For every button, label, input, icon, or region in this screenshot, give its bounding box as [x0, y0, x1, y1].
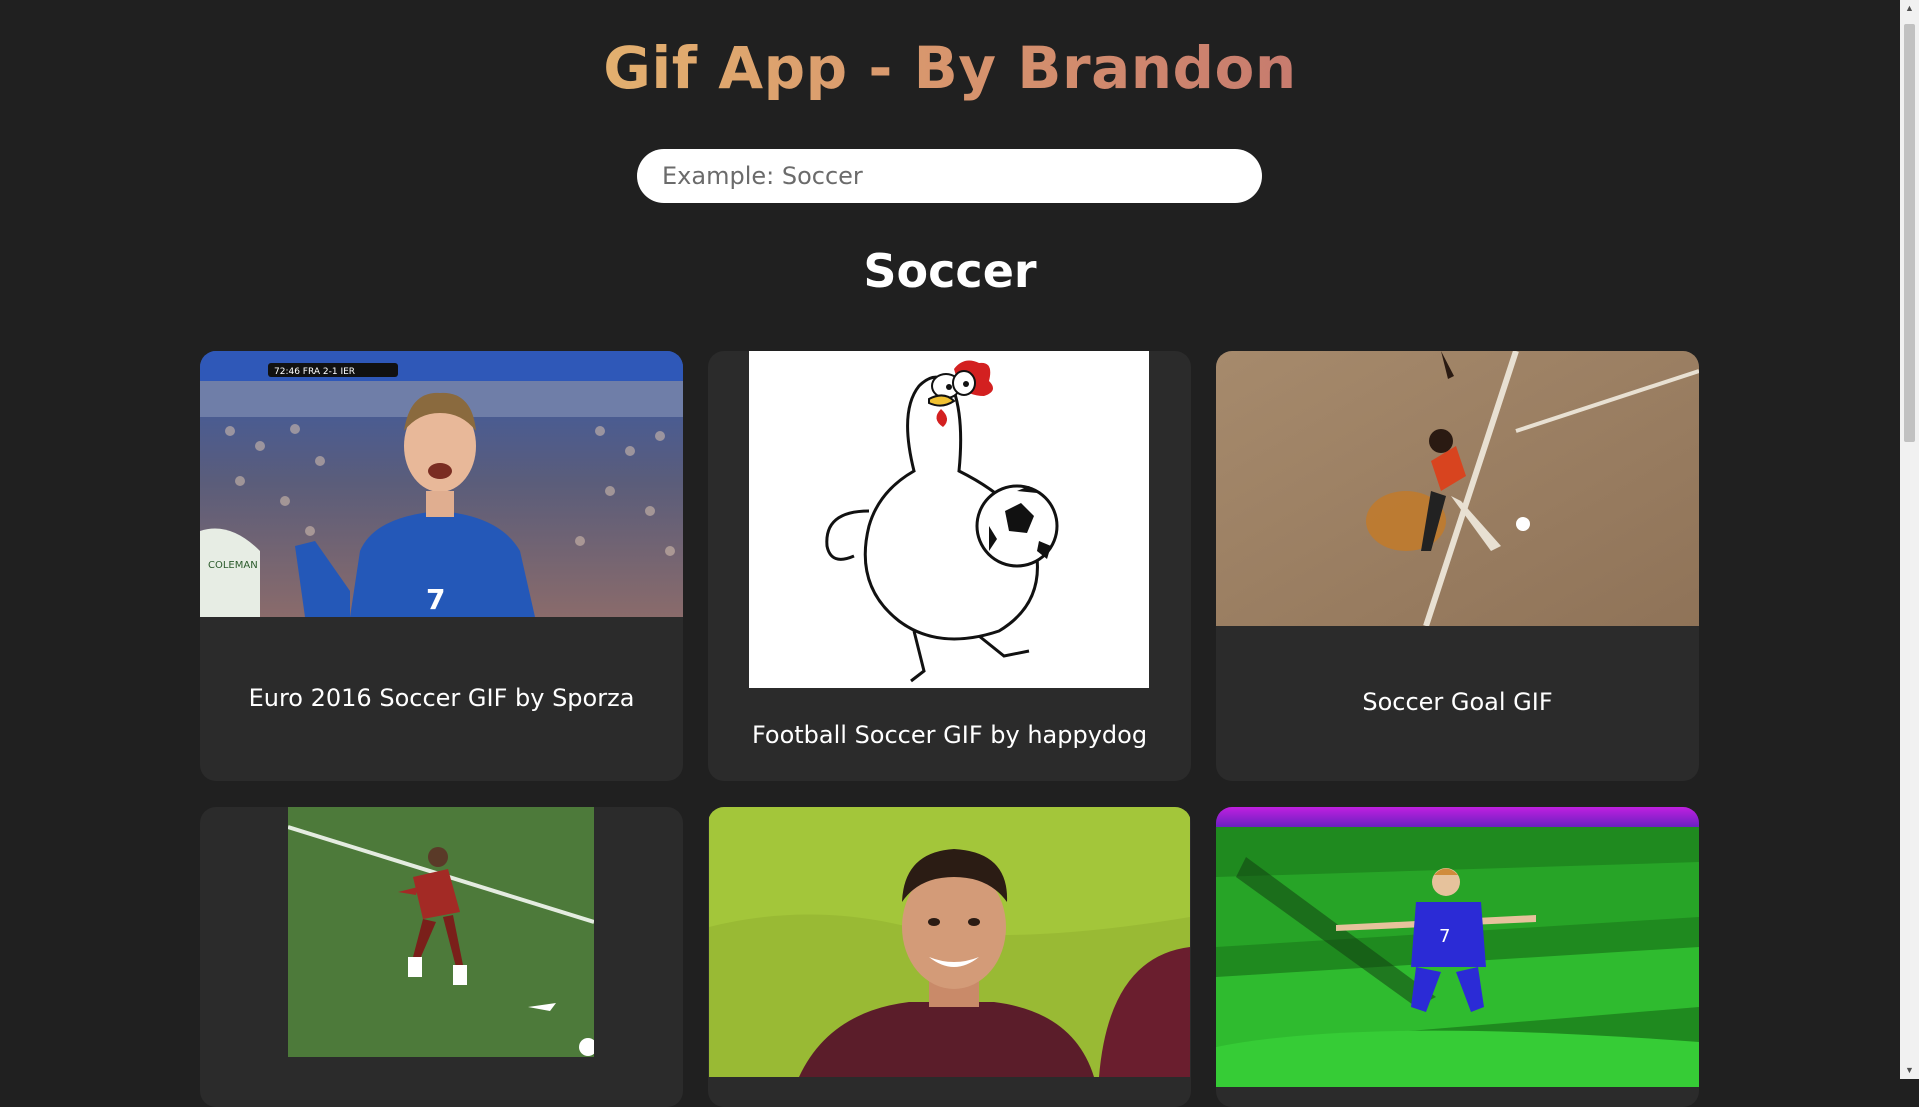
search-input[interactable] — [637, 149, 1262, 203]
ronaldo-smiling-gif — [709, 807, 1190, 1077]
gif-caption: Football Soccer GIF by happydog — [751, 721, 1148, 749]
euro-2016-gif: 72:46 FRA 2-1 IER 7 COLEMAN — [200, 351, 683, 617]
gif-caption: Euro 2016 Soccer GIF by Sporza — [248, 684, 635, 712]
gif-image[interactable] — [709, 807, 1190, 1077]
3d-player-gif: 7 — [1216, 807, 1699, 1087]
gif-card[interactable]: Soccer Goal GIF — [1216, 351, 1699, 781]
scoreboard-overlay: 72:46 FRA 2-1 IER — [274, 367, 355, 377]
gif-image[interactable]: 7 — [1216, 807, 1699, 1087]
vertical-scrollbar[interactable]: ▲ ▼ — [1900, 0, 1919, 1079]
scroll-thumb[interactable] — [1904, 24, 1915, 442]
gif-caption: Soccer Goal GIF — [1362, 688, 1553, 716]
gif-image[interactable] — [749, 351, 1149, 688]
gif-image[interactable] — [288, 807, 594, 1057]
jersey-number: 7 — [1439, 926, 1450, 947]
soccer-goal-gif — [1216, 351, 1699, 626]
gif-image[interactable] — [1216, 351, 1699, 626]
gif-card[interactable] — [200, 807, 683, 1107]
ronaldo-running-gif — [288, 807, 594, 1057]
search-bar — [637, 149, 1262, 203]
chicken-soccer-gif — [749, 351, 1149, 688]
gif-image[interactable]: 72:46 FRA 2-1 IER 7 COLEMAN — [200, 351, 683, 617]
gif-card[interactable] — [708, 807, 1191, 1107]
section-title: Soccer — [863, 244, 1037, 298]
app-title: Gif App - By Brandon — [603, 34, 1297, 102]
gif-card[interactable]: 72:46 FRA 2-1 IER 7 COLEMAN Euro 2016 So… — [200, 351, 683, 781]
gif-card[interactable]: Football Soccer GIF by happydog — [708, 351, 1191, 781]
gif-card[interactable]: 7 — [1216, 807, 1699, 1107]
jersey-number: 7 — [426, 583, 445, 616]
scroll-up-arrow-icon[interactable]: ▲ — [1900, 0, 1919, 17]
scroll-down-arrow-icon[interactable]: ▼ — [1900, 1062, 1919, 1079]
player-name-overlay: COLEMAN — [208, 560, 258, 571]
